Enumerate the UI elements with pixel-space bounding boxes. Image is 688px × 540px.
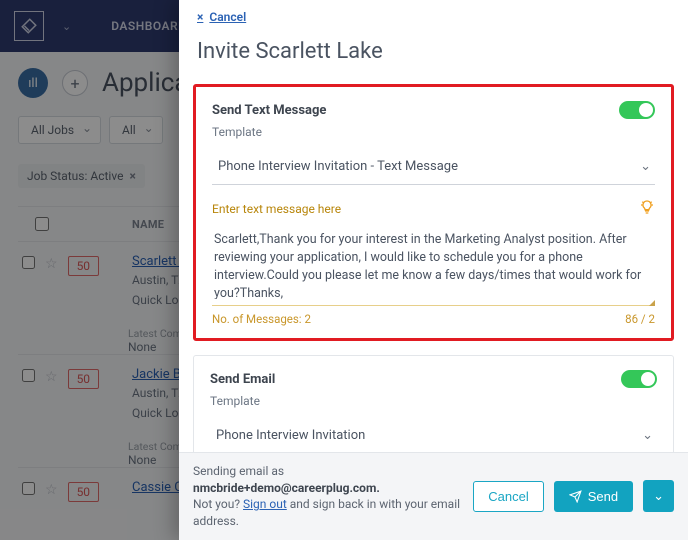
email-toggle[interactable] bbox=[621, 370, 657, 388]
email-template-label: Template bbox=[210, 394, 657, 408]
send-options-button[interactable]: ⌄ bbox=[643, 480, 674, 512]
char-count: 86 / 2 bbox=[625, 312, 655, 326]
invite-panel: × Cancel Invite Scarlett Lake Send Text … bbox=[179, 0, 688, 540]
text-template-value: Phone Interview Invitation - Text Messag… bbox=[218, 159, 458, 174]
email-heading: Send Email bbox=[210, 372, 275, 387]
cancel-link[interactable]: × Cancel bbox=[197, 10, 246, 24]
text-message-card: Send Text Message Template Phone Intervi… bbox=[193, 84, 674, 341]
panel-title: Invite Scarlett Lake bbox=[197, 39, 670, 64]
chevron-down-icon: ⌄ bbox=[653, 488, 664, 504]
send-button-label: Send bbox=[588, 489, 618, 504]
email-template-value: Phone Interview Invitation bbox=[216, 428, 365, 443]
chevron-down-icon: ⌄ bbox=[640, 159, 651, 174]
text-message-toggle[interactable] bbox=[619, 101, 655, 119]
close-icon: × bbox=[197, 10, 203, 24]
footer-text: Sending email as nmcbride+demo@careerplu… bbox=[193, 463, 463, 530]
send-button[interactable]: Send bbox=[554, 481, 633, 512]
email-template-select[interactable]: Phone Interview Invitation ⌄ bbox=[210, 418, 657, 452]
cancel-link-label: Cancel bbox=[209, 10, 246, 24]
message-count-label: No. of Messages: bbox=[212, 312, 304, 326]
message-count-value: 2 bbox=[304, 312, 310, 326]
template-label: Template bbox=[212, 125, 655, 139]
sign-out-link[interactable]: Sign out bbox=[243, 497, 287, 511]
chevron-down-icon: ⌄ bbox=[642, 428, 653, 443]
message-label: Enter text message here bbox=[212, 202, 341, 216]
text-message-input[interactable] bbox=[212, 227, 655, 299]
text-message-heading: Send Text Message bbox=[212, 103, 326, 118]
lightbulb-icon[interactable] bbox=[639, 199, 655, 219]
email-card: Send Email Template Phone Interview Invi… bbox=[193, 355, 674, 452]
text-template-select[interactable]: Phone Interview Invitation - Text Messag… bbox=[212, 149, 655, 185]
cancel-button[interactable]: Cancel bbox=[473, 481, 543, 512]
